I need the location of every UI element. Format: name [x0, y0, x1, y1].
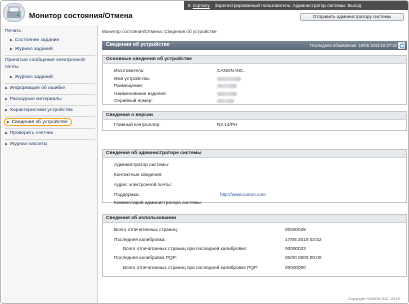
row-label: Изготовитель: — [114, 68, 145, 73]
support-link[interactable]: http://www.canon.com — [220, 192, 266, 197]
row-value-last-pqp-calibration: 00/00 0000 00:00 — [285, 255, 322, 260]
copyright-footer: Copyright CANON INC. 2019 — [348, 296, 400, 301]
sidebar-item-job-log[interactable]: ▶ Журнал заданий — [10, 47, 53, 52]
sidebar-divider — [5, 83, 95, 84]
row-value-last-calibration: 17/06 2019 02:52 — [285, 237, 322, 242]
top-bar: К порталу Зарегистрированный пользовател… — [184, 1, 408, 10]
refresh-icon — [399, 43, 405, 49]
sidebar-divider — [5, 128, 95, 129]
browser-frame: Монитор состояния/Отмена К порталу Зарег… — [0, 0, 409, 304]
row-label: Поддержка: — [114, 192, 140, 197]
row-value-main-controller: R2.14/PH — [217, 122, 238, 127]
row-label: Последняя калибровка: — [114, 237, 166, 242]
row-label: Серийный номер: — [114, 98, 153, 103]
sidebar: Печать ▶ Состояние задания ▶ Журнал задани… — [2, 25, 98, 303]
triangle-icon: ▶ — [5, 131, 8, 135]
sidebar-item-label: Характеристики устройства — [9, 108, 73, 113]
last-update-text: Последнее обновление: 19/06 2019 10:27:3… — [310, 43, 397, 48]
row-label: Всего отпечатанных страниц: — [114, 227, 178, 232]
sidebar-item-email-job-log[interactable]: ▶ Журнал заданий — [10, 75, 53, 80]
portal-prefix: К — [188, 3, 191, 8]
sidebar-item-label: Сведения об устройстве — [11, 120, 68, 125]
sidebar-divider — [5, 139, 95, 140]
portal-link[interactable]: порталу — [193, 3, 210, 8]
triangle-icon: ▶ — [10, 38, 13, 42]
row-label: Главный контроллер: — [114, 122, 161, 127]
sidebar-header-print: Печать — [5, 29, 22, 34]
row-label: Комментарий администратора системы: — [114, 200, 202, 205]
row-label: Последняя калибровка PQP: — [114, 255, 178, 260]
sidebar-item-check-counter[interactable]: ▶ Проверить счетчик — [5, 131, 53, 136]
triangle-icon: ▶ — [5, 142, 8, 146]
row-value-pages-at-pqp-calibration: 00000000 — [285, 265, 306, 270]
section-header: Сведения об администраторе системы — [103, 150, 406, 158]
status-monitor-logo-icon — [3, 3, 25, 22]
row-label: Наименование изделия: — [114, 91, 167, 96]
triangle-icon: ▶ — [5, 108, 8, 112]
page-title: Сведения об устройстве — [106, 42, 170, 48]
triangle-icon: ▶ — [10, 75, 13, 79]
sidebar-header-received-email-cont: почты — [5, 65, 19, 70]
row-label: Имя устройства: — [114, 76, 150, 81]
row-label: Размещение: — [114, 83, 144, 88]
sidebar-item-label: Журнал заданий — [14, 75, 53, 80]
sidebar-item-job-status[interactable]: ▶ Состояние задания — [10, 38, 59, 43]
row-value-manufacturer: CANON INC. — [217, 68, 245, 73]
row-value-total-pages: 00000045 — [285, 227, 306, 232]
section-header: Основные сведения об устройстве — [103, 56, 406, 64]
sidebar-item-label: Состояние задания — [14, 38, 60, 43]
section-header: Сведения об использовании — [103, 215, 406, 223]
logged-in-user: Зарегистрированный пользователь: Админис… — [214, 3, 346, 8]
redacted-value — [217, 92, 237, 96]
sidebar-divider — [5, 105, 95, 106]
version-info-section: Сведения о версии — [102, 111, 407, 131]
sidebar-item-error-info[interactable]: ▶ Информация об ошибке — [5, 86, 65, 91]
redacted-value — [217, 84, 237, 88]
triangle-icon: ▶ — [5, 97, 8, 101]
row-label: Контактные сведения: — [114, 172, 163, 177]
row-label: Всего отпечатанных страниц при последней… — [123, 265, 259, 270]
sidebar-item-label: Информация об ошибке — [9, 86, 66, 91]
section-header: Сведения о версии — [103, 112, 406, 120]
redacted-value — [217, 77, 241, 81]
sidebar-item-consumables[interactable]: ▶ Расходные материалы — [5, 97, 62, 102]
sidebar-item-device-info[interactable]: ▶ Сведения об устройстве — [4, 118, 72, 126]
sidebar-item-device-features[interactable]: ▶ Характеристики устройства — [5, 108, 73, 113]
row-label: Адрес электронной почты: — [114, 182, 172, 187]
redacted-value — [217, 99, 234, 103]
row-value-pages-at-calibration: 00000033 — [285, 246, 306, 251]
refresh-button[interactable] — [398, 42, 405, 49]
row-label: Всего отпечатанных страниц при последней… — [123, 246, 248, 251]
page-header-title: Монитор состояния/Отмена — [29, 11, 133, 20]
sidebar-divider — [5, 94, 95, 95]
header: Монитор состояния/Отмена К порталу Зарег… — [1, 1, 408, 24]
row-label: Администратор системы: — [114, 162, 170, 167]
sidebar-divider — [5, 116, 95, 117]
page-title-bar: Сведения об устройстве Последнее обновле… — [102, 41, 407, 50]
sidebar-item-label: Журнал кассеты — [9, 142, 48, 147]
triangle-icon: ▶ — [7, 120, 10, 124]
triangle-icon: ▶ — [5, 86, 8, 90]
breadcrumb: Монитор состояния/Отмена: Сведения об ус… — [102, 29, 217, 34]
sidebar-divider — [5, 55, 95, 56]
sidebar-header-received-email: Принятые сообщения электронной — [5, 58, 85, 63]
send-to-admin-button[interactable]: Отправить администратору системы — [300, 13, 404, 21]
sidebar-item-label: Расходные материалы — [9, 97, 62, 102]
logout-link[interactable]: Выход — [347, 3, 361, 8]
sidebar-item-label: Проверить счетчик — [9, 131, 53, 136]
triangle-icon: ▶ — [10, 47, 13, 51]
sidebar-item-label: Журнал заданий — [14, 47, 53, 52]
sidebar-item-cartridge-log[interactable]: ▶ Журнал кассеты — [5, 142, 47, 147]
